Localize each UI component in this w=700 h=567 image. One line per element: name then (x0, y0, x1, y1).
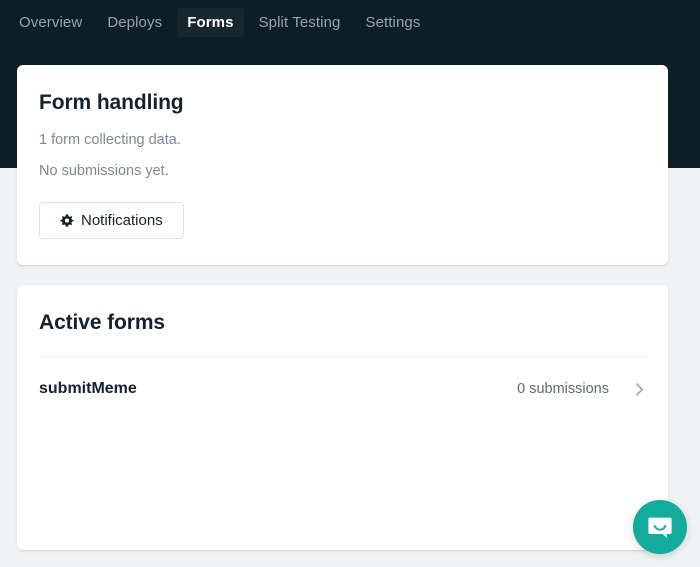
form-handling-title: Form handling (39, 91, 646, 115)
nav-item-overview[interactable]: Overview (9, 8, 92, 37)
chevron-right-icon[interactable] (635, 382, 644, 397)
intercom-launcher-button[interactable] (633, 500, 687, 554)
active-forms-card: Active forms submitMeme 0 submissions (17, 285, 668, 550)
nav-item-split-testing[interactable]: Split Testing (249, 8, 351, 37)
no-submissions-text: No submissions yet. (39, 162, 646, 180)
form-row-meta: 0 submissions (517, 381, 644, 397)
form-name: submitMeme (39, 380, 137, 398)
chat-bubble-icon (646, 513, 674, 541)
forms-collecting-text: 1 form collecting data. (39, 131, 646, 149)
list-item[interactable]: submitMeme 0 submissions (39, 380, 646, 398)
main-nav: Overview Deploys Forms Split Testing Set… (0, 0, 435, 44)
gear-icon (60, 214, 74, 228)
page-root: Overview Deploys Forms Split Testing Set… (0, 0, 700, 567)
section-divider (39, 356, 646, 357)
active-forms-card-body: Active forms submitMeme 0 submissions (17, 285, 668, 398)
form-handling-card-body: Form handling 1 form collecting data. No… (17, 65, 668, 239)
nav-item-forms[interactable]: Forms (177, 8, 243, 37)
form-submission-count: 0 submissions (517, 381, 609, 397)
nav-item-settings[interactable]: Settings (355, 8, 430, 37)
notifications-button-label: Notifications (81, 212, 163, 229)
active-forms-title: Active forms (39, 311, 646, 335)
notifications-button[interactable]: Notifications (39, 202, 184, 239)
nav-item-deploys[interactable]: Deploys (97, 8, 172, 37)
form-handling-card: Form handling 1 form collecting data. No… (17, 65, 668, 265)
